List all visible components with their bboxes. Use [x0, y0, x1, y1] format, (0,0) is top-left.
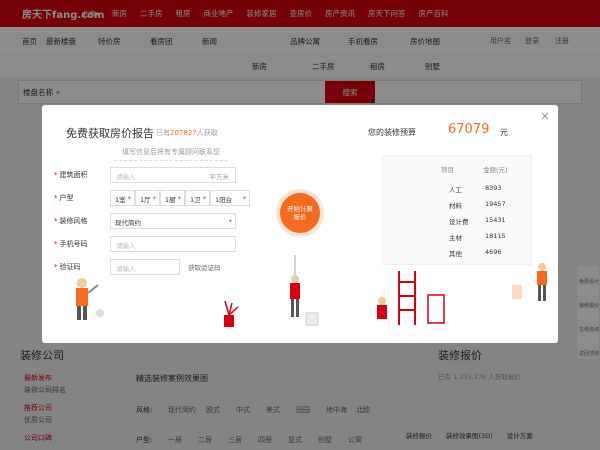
count-suffix: 人获取	[196, 129, 218, 137]
result-head-item: 项目	[441, 166, 454, 174]
area-placeholder: 请输入	[116, 173, 136, 181]
phone-row: 手机号码 请输入	[54, 236, 236, 252]
bath-value: 1卫	[190, 196, 201, 204]
kitchen-value: 1厨	[165, 196, 176, 204]
modal-note: 填写信息后将有专属顾问联系您	[114, 148, 228, 161]
result-amount: 8393	[485, 184, 502, 192]
ladder-workers-illustration	[377, 263, 547, 325]
count-value: 207827	[170, 129, 197, 137]
result-table: 项目 金额(元) 人工 8393 材料 19457 设计费 15431 主材 18115…	[382, 155, 532, 265]
room-value: 1室	[115, 196, 126, 204]
modal-title: 免费获取房价报告	[66, 127, 154, 140]
worker-left-illustration	[76, 278, 104, 320]
style-select[interactable]: 现代简约 ▾	[110, 213, 236, 229]
chevron-down-icon: ▾	[152, 194, 156, 202]
result-row: 设计费 15431	[383, 216, 533, 231]
balcony-select[interactable]: 1阳台 ▾	[210, 190, 250, 206]
result-item: 材料	[449, 202, 462, 210]
balcony-value: 1阳台	[215, 196, 233, 204]
result-item: 设计费	[449, 218, 469, 226]
result-amount: 19457	[485, 200, 506, 208]
phone-input[interactable]: 请输入	[110, 236, 236, 252]
result-row: 主材 18115	[383, 232, 533, 247]
chevron-down-icon: ▾	[202, 194, 206, 202]
result-amount: 18115	[485, 232, 506, 240]
layout-row: 户型 1室▾ 1厅▾ 1厨▾ 1卫▾ 1阳台▾	[54, 190, 250, 206]
result-title: 您的装修预算	[368, 128, 416, 137]
area-label: 建筑面积	[54, 170, 110, 180]
worker-painter-illustration	[290, 255, 319, 326]
quote-modal: × 免费获取房价报告 已有207827人获取 填写信息后将有专属顾问联系您 建筑…	[42, 105, 558, 343]
close-icon[interactable]: ×	[540, 109, 550, 123]
decorative-plant	[224, 300, 239, 327]
hall-value: 1厅	[140, 196, 151, 204]
phone-placeholder: 请输入	[116, 242, 136, 250]
result-item: 主材	[449, 234, 462, 242]
style-value: 现代简约	[115, 219, 141, 227]
calculate-label-2: 报价	[293, 213, 307, 222]
bath-select[interactable]: 1卫 ▾	[185, 190, 210, 206]
area-row: 建筑面积 请输入 平方米	[54, 167, 236, 183]
area-unit: 平方米	[209, 173, 230, 181]
result-unit: 元	[500, 128, 508, 137]
kitchen-select[interactable]: 1厨 ▾	[160, 190, 185, 206]
workers-illustration	[76, 255, 547, 327]
hall-select[interactable]: 1厅 ▾	[135, 190, 160, 206]
chevron-down-icon: ▾	[127, 194, 131, 202]
count-prefix: 已有	[156, 129, 170, 137]
modal-count: 已有207827人获取	[156, 128, 218, 138]
result-amount: 15431	[485, 216, 506, 224]
chevron-down-icon: ▾	[177, 194, 181, 202]
chevron-down-icon: ▾	[228, 217, 232, 225]
result-head-amount: 金额(元)	[483, 166, 508, 174]
calculate-button[interactable]: 开始计算 报价	[280, 193, 320, 233]
layout-label: 户型	[54, 193, 110, 203]
result-row: 人工 8393	[383, 184, 533, 199]
chevron-down-icon: ▾	[242, 194, 246, 202]
calculate-label: 开始计算	[287, 205, 313, 213]
style-row: 装修风格 现代简约 ▾	[54, 213, 236, 229]
result-row: 材料 19457	[383, 200, 533, 215]
area-input[interactable]: 请输入 平方米	[110, 167, 236, 183]
style-label: 装修风格	[54, 216, 110, 226]
room-select[interactable]: 1室 ▾	[110, 190, 135, 206]
result-total: 67079	[448, 122, 490, 137]
result-item: 人工	[449, 186, 462, 194]
phone-label: 手机号码	[54, 239, 110, 249]
